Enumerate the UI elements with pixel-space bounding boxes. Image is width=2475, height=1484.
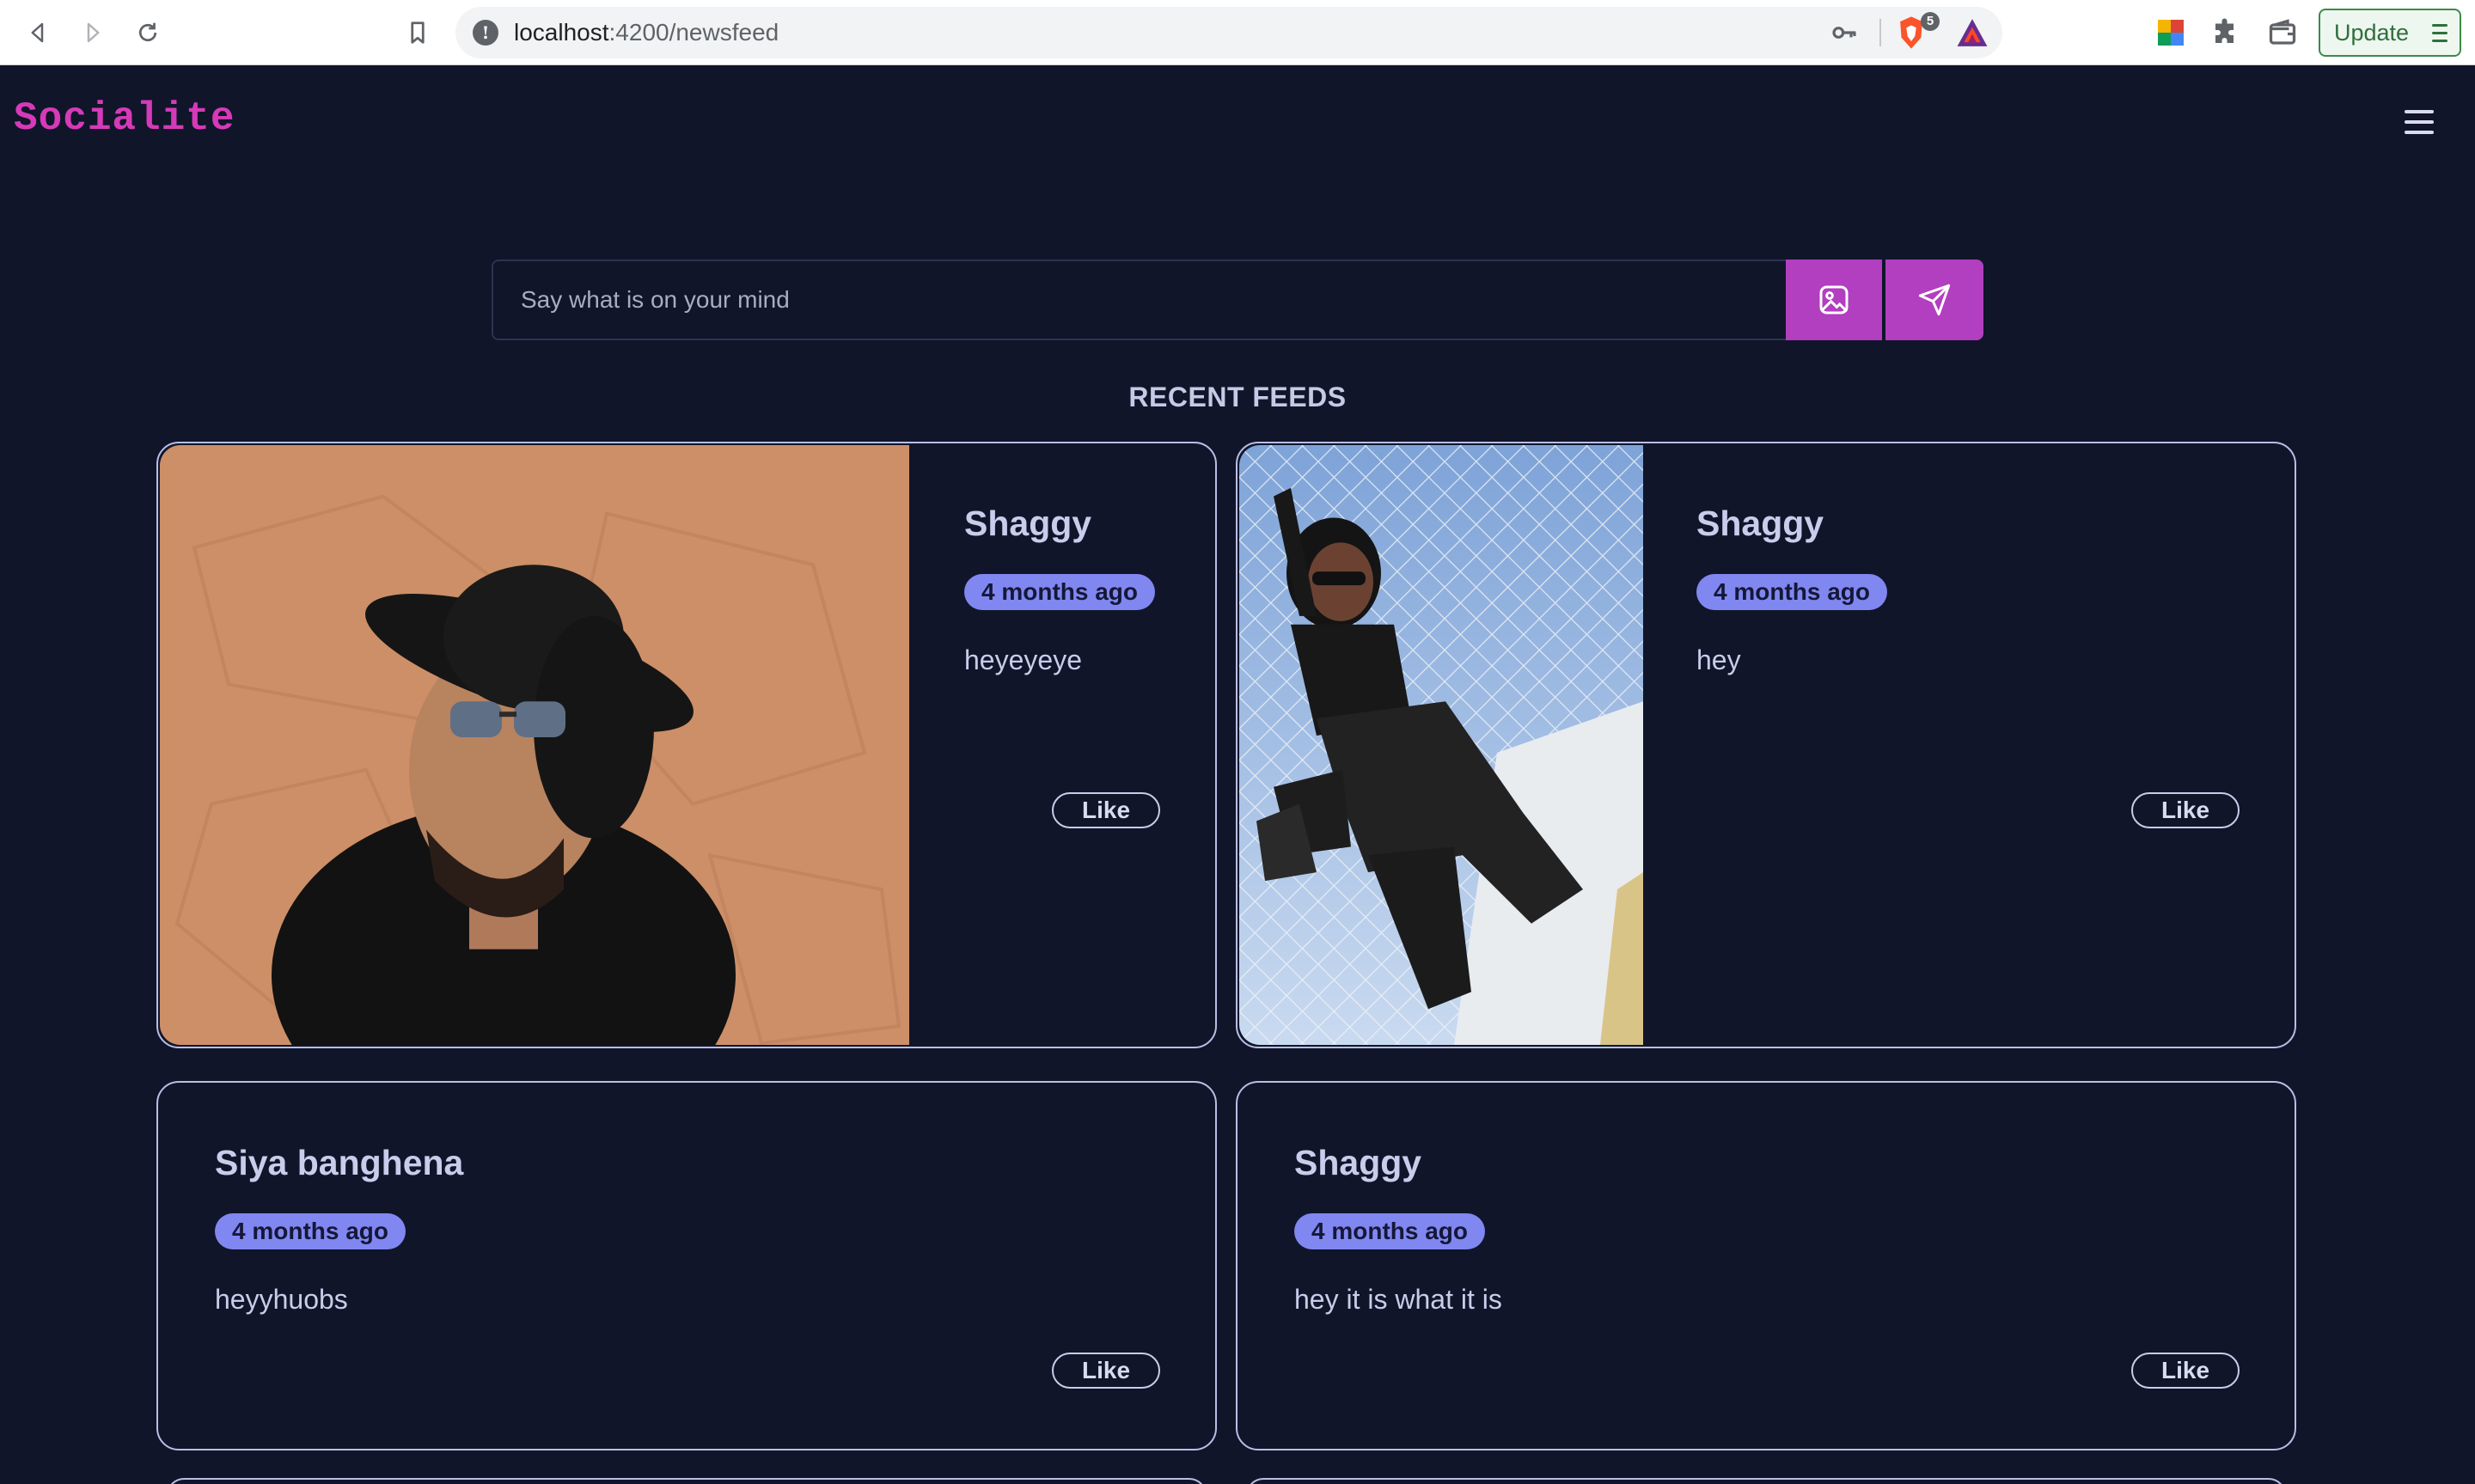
feed-card: Shaggy 4 months ago hey it is what it is… xyxy=(1236,1081,2296,1450)
menu-icon xyxy=(2432,24,2448,43)
hamburger-menu-icon[interactable] xyxy=(2405,110,2434,134)
upload-image-button[interactable] xyxy=(1786,260,1884,340)
image-icon xyxy=(1819,285,1849,315)
like-button[interactable]: Like xyxy=(1052,1353,1160,1389)
address-bar[interactable]: ! localhost:4200/newsfeed 5 xyxy=(455,7,2002,58)
post-author[interactable]: Shaggy xyxy=(1696,504,1824,544)
like-button[interactable]: Like xyxy=(2131,792,2240,828)
post-text: heyeyeye xyxy=(964,644,1082,675)
feed-card: Shaggy 4 months ago hey Like xyxy=(1236,442,2296,1048)
divider xyxy=(1879,19,1881,46)
post-text: heyyhuobs xyxy=(215,1284,348,1315)
feed-card: Shaggy 4 months ago heyeyeye Like xyxy=(156,442,1217,1048)
reload-icon[interactable] xyxy=(131,15,165,50)
color-extension-icon[interactable] xyxy=(2155,17,2186,48)
url-text: localhost:4200/newsfeed xyxy=(514,19,779,46)
post-author[interactable]: Shaggy xyxy=(964,504,1091,544)
post-photo[interactable] xyxy=(160,445,909,1045)
like-button[interactable]: Like xyxy=(1052,792,1160,828)
post-author[interactable]: Shaggy xyxy=(1294,1143,1421,1183)
post-author[interactable]: Siya banghena xyxy=(215,1143,463,1183)
post-text: hey it is what it is xyxy=(1294,1284,1502,1315)
update-button[interactable]: Update xyxy=(2319,9,2461,57)
feed-card: Siya banghena 4 months ago heyyhuobs Lik… xyxy=(156,1081,1217,1450)
feed-card-partial xyxy=(1246,1478,2286,1484)
send-post-button[interactable] xyxy=(1885,260,1983,340)
post-text: hey xyxy=(1696,644,1741,675)
feed-card-partial xyxy=(167,1478,1207,1484)
post-input[interactable] xyxy=(492,260,1788,340)
browser-toolbar: ! localhost:4200/newsfeed 5 Update xyxy=(0,0,2475,65)
key-icon[interactable] xyxy=(1830,19,1858,46)
post-photo[interactable] xyxy=(1239,445,1643,1045)
back-icon[interactable] xyxy=(21,15,55,50)
post-time-badge: 4 months ago xyxy=(964,574,1156,610)
bookmark-icon[interactable] xyxy=(400,15,435,50)
like-button[interactable]: Like xyxy=(2131,1353,2240,1389)
site-info-icon[interactable]: ! xyxy=(473,20,498,46)
section-title: RECENT FEEDS xyxy=(1128,382,1347,412)
brave-badge: 5 xyxy=(1921,12,1940,31)
wallet-icon[interactable] xyxy=(2267,17,2298,48)
forward-icon[interactable] xyxy=(76,15,110,50)
post-time-badge: 4 months ago xyxy=(215,1213,406,1249)
bat-rewards-icon[interactable] xyxy=(1956,17,1989,48)
app-logo[interactable]: Socialite xyxy=(14,96,235,141)
send-icon xyxy=(1918,284,1951,316)
extensions-puzzle-icon[interactable] xyxy=(2210,17,2241,48)
post-time-badge: 4 months ago xyxy=(1294,1213,1486,1249)
post-time-badge: 4 months ago xyxy=(1696,574,1888,610)
